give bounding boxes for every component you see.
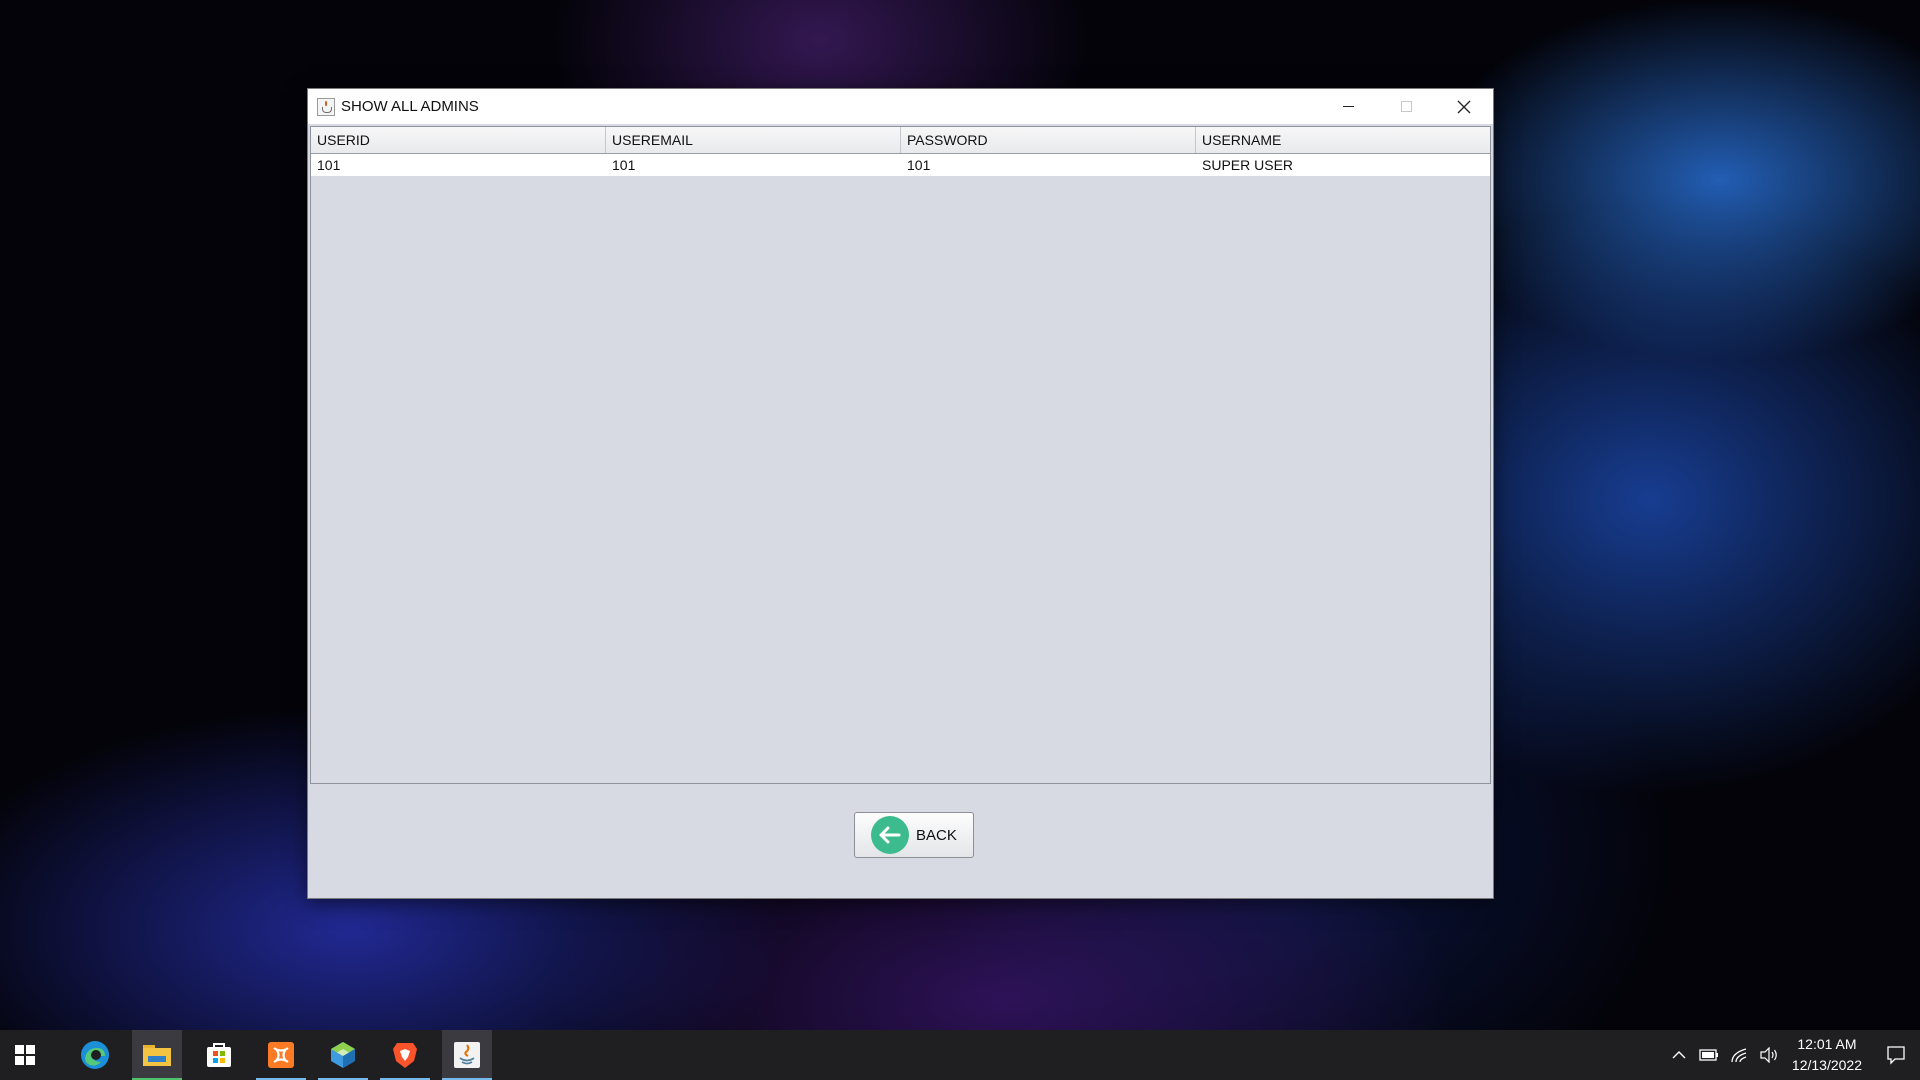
table-row[interactable]: 101 101 101 SUPER USER: [311, 154, 1490, 176]
store-icon: [207, 1043, 231, 1067]
taskbar-file-explorer[interactable]: [132, 1030, 182, 1080]
cell-username[interactable]: SUPER USER: [1196, 154, 1490, 176]
maximize-button[interactable]: [1377, 89, 1435, 124]
taskbar: 12:01 AM 12/13/2022: [0, 1030, 1920, 1080]
xampp-icon: [268, 1042, 294, 1068]
column-header-username[interactable]: USERNAME: [1196, 127, 1490, 153]
app-window: SHOW ALL ADMINS USERID USEREMAIL PASSWOR…: [307, 88, 1494, 899]
speaker-icon: [1760, 1047, 1777, 1063]
column-header-useremail[interactable]: USEREMAIL: [606, 127, 901, 153]
cell-password[interactable]: 101: [901, 154, 1196, 176]
close-icon: [1457, 100, 1471, 113]
minimize-button[interactable]: [1319, 89, 1377, 124]
minimize-icon: [1342, 106, 1354, 107]
windows-icon: [15, 1045, 35, 1065]
title-bar[interactable]: SHOW ALL ADMINS: [308, 89, 1493, 124]
java-app-icon: [317, 97, 335, 116]
window-title: SHOW ALL ADMINS: [341, 98, 479, 115]
notification-icon: [1887, 1046, 1905, 1065]
battery-button[interactable]: [1694, 1030, 1724, 1080]
edge-icon: [81, 1041, 109, 1069]
system-tray: 12:01 AM 12/13/2022: [1664, 1030, 1920, 1080]
maximize-icon: [1400, 101, 1412, 112]
show-hidden-icons-button[interactable]: [1664, 1030, 1694, 1080]
java-icon: [454, 1042, 480, 1068]
volume-button[interactable]: [1754, 1030, 1784, 1080]
battery-icon: [1699, 1049, 1718, 1061]
clock-date: 12/13/2022: [1791, 1057, 1862, 1073]
brave-icon: [393, 1043, 417, 1068]
netbeans-icon: [331, 1042, 355, 1068]
close-button[interactable]: [1435, 89, 1493, 124]
chevron-up-icon: [1672, 1051, 1686, 1059]
taskbar-store[interactable]: [194, 1030, 244, 1080]
taskbar-netbeans[interactable]: [318, 1030, 368, 1080]
cell-userid[interactable]: 101: [311, 154, 606, 176]
notification-center-button[interactable]: [1872, 1030, 1920, 1080]
network-button[interactable]: [1724, 1030, 1754, 1080]
column-header-password[interactable]: PASSWORD: [901, 127, 1196, 153]
arrow-left-icon: [871, 816, 909, 854]
back-button[interactable]: BACK: [854, 812, 974, 858]
table-header: USERID USEREMAIL PASSWORD USERNAME: [311, 127, 1490, 154]
wifi-icon: [1731, 1048, 1747, 1063]
clock-time: 12:01 AM: [1797, 1036, 1857, 1052]
column-header-userid[interactable]: USERID: [311, 127, 606, 153]
admins-table[interactable]: USERID USEREMAIL PASSWORD USERNAME 101 1…: [310, 126, 1491, 784]
cell-useremail[interactable]: 101: [606, 154, 901, 176]
taskbar-clock[interactable]: 12:01 AM 12/13/2022: [1792, 1034, 1862, 1076]
folder-icon: [143, 1045, 171, 1066]
back-button-label: BACK: [916, 826, 957, 844]
taskbar-xampp[interactable]: [256, 1030, 306, 1080]
taskbar-java-app[interactable]: [442, 1030, 492, 1080]
window-controls: [1319, 89, 1493, 124]
taskbar-brave[interactable]: [380, 1030, 430, 1080]
taskbar-edge[interactable]: [70, 1030, 120, 1080]
start-button[interactable]: [0, 1030, 50, 1080]
